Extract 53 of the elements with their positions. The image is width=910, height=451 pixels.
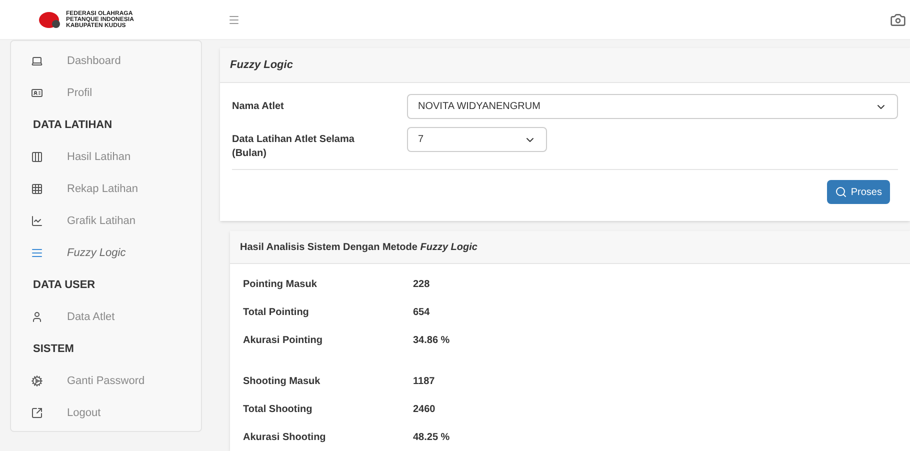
result-value: 34.86 % xyxy=(413,334,450,348)
sidebar-item-label: Grafik Latihan xyxy=(67,214,136,229)
sidebar-item[interactable]: Grafik Latihan xyxy=(11,205,201,237)
process-button[interactable]: Proses xyxy=(826,180,890,204)
result-label: Akurasi Shooting xyxy=(243,430,327,444)
result-label: Shooting Masuk xyxy=(243,374,322,388)
card-title: Hasil Analisis Sistem Dengan Metode Fuzzy Logic xyxy=(240,240,478,254)
menu-icon[interactable] xyxy=(228,14,240,26)
result-label: Total Shooting xyxy=(243,402,314,416)
sidebar-item[interactable]: Profil xyxy=(11,77,201,109)
sidebar-item-label: Rekap Latihan xyxy=(67,182,138,197)
sidebar-item-label: Logout xyxy=(67,406,101,421)
result-value: 1187 xyxy=(413,374,435,388)
sidebar-item[interactable]: Logout xyxy=(11,397,201,429)
result-label: Total Pointing xyxy=(243,306,310,320)
sidebar-item[interactable]: Ganti Password xyxy=(11,365,201,397)
field-label: Nama Atlet xyxy=(232,100,285,114)
grid-icon xyxy=(31,183,43,195)
sidebar-item[interactable]: Hasil Latihan xyxy=(11,141,201,173)
sidebar-item[interactable]: Data Atlet xyxy=(11,301,201,333)
camera-icon[interactable] xyxy=(890,12,906,28)
result-value: 48.25 % xyxy=(413,430,450,444)
result-value: 228 xyxy=(413,278,430,292)
line-chart-icon xyxy=(31,215,43,227)
search-icon xyxy=(834,186,847,198)
id-card-icon xyxy=(31,87,43,99)
sidebar-item-label: Data Atlet xyxy=(67,310,115,325)
sidebar-heading: SISTEM xyxy=(32,342,75,357)
sidebar-item[interactable]: Rekap Latihan xyxy=(11,173,201,205)
columns-icon xyxy=(31,151,43,163)
sidebar-item[interactable]: Fuzzy Logic xyxy=(11,237,201,269)
sidebar-item-label: Profil xyxy=(67,86,92,101)
field-label: Data Latihan Atlet Selama (Bulan) xyxy=(232,133,356,161)
result-label: Akurasi Pointing xyxy=(243,334,324,348)
list-icon xyxy=(31,247,43,259)
sidebar-heading: DATA LATIHAN xyxy=(32,118,114,133)
result-label: Pointing Masuk xyxy=(243,278,318,292)
result-value: 2460 xyxy=(413,402,436,416)
logo-icon xyxy=(38,10,62,30)
sidebar-item-label: Hasil Latihan xyxy=(67,150,131,165)
person-icon xyxy=(31,311,43,323)
sidebar-item-label: Ganti Password xyxy=(67,374,145,389)
external-link-icon xyxy=(31,407,43,419)
gear-icon xyxy=(31,375,43,387)
result-value: 654 xyxy=(413,306,430,320)
sidebar-heading: DATA USER xyxy=(32,278,96,293)
laptop-icon xyxy=(31,55,43,67)
sidebar-item-label: Fuzzy Logic xyxy=(67,246,126,261)
select-field[interactable]: NOVITA WIDYANENGRUM xyxy=(407,94,898,119)
sidebar-item[interactable]: Dashboard xyxy=(11,45,201,77)
card-title: Fuzzy Logic xyxy=(230,58,293,73)
sidebar-item-label: Dashboard xyxy=(67,54,121,69)
select-field[interactable]: 7 xyxy=(407,127,547,152)
